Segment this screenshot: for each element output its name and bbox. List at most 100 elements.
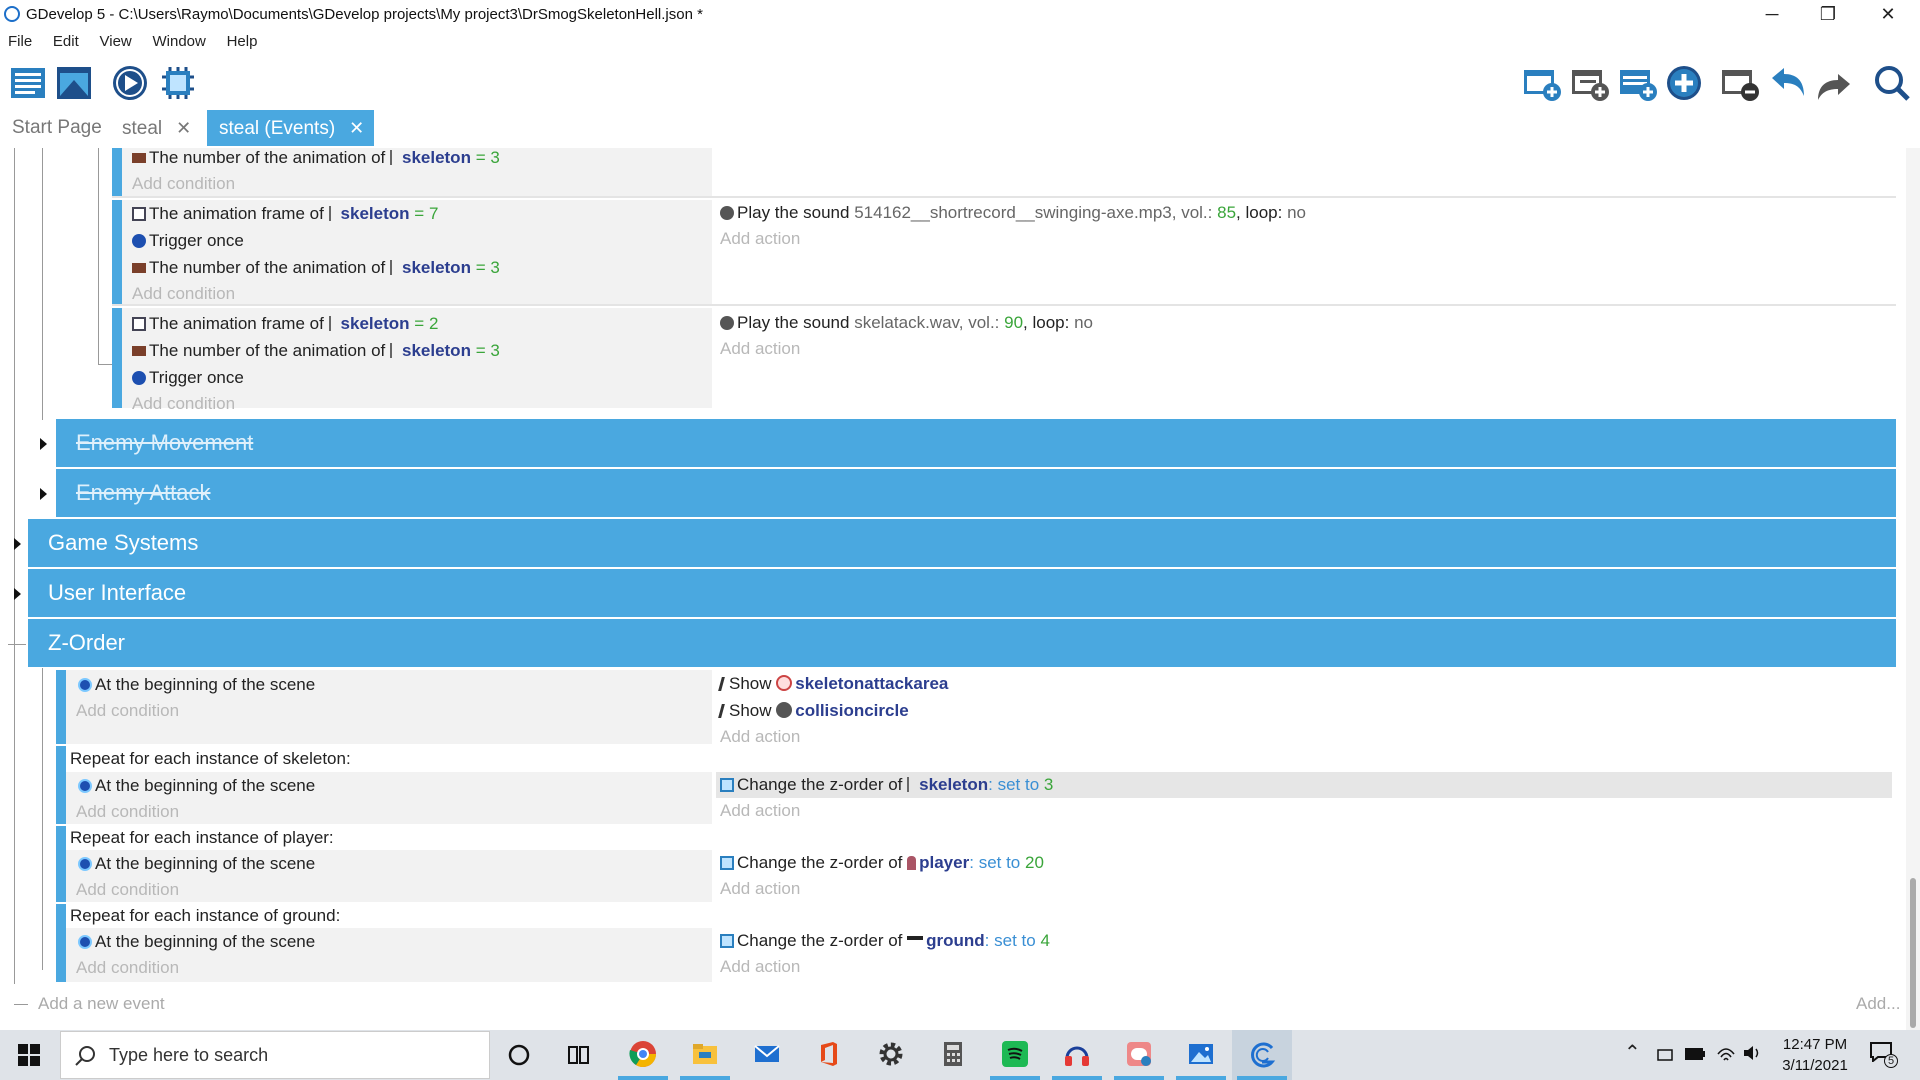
add-action-link[interactable]: Add action [720,879,800,899]
add-condition-link[interactable]: Add condition [76,701,179,721]
add-event-icon[interactable] [1522,64,1562,102]
add-condition-link[interactable]: Add condition [76,880,179,900]
event-bar[interactable] [112,308,122,408]
actions-area[interactable] [712,148,1896,196]
event-bar[interactable] [112,148,122,196]
undo-icon[interactable] [1768,64,1808,102]
notification-center-button[interactable]: 5 [1868,1040,1899,1070]
redo-icon[interactable] [1814,64,1854,102]
add-action-link[interactable]: Add action [720,801,800,821]
condition-scene-start[interactable]: At the beginning of the scene [78,854,315,874]
battery-icon[interactable] [1684,1047,1706,1061]
condition-scene-start[interactable]: At the beginning of the scene [78,675,315,695]
group-enemy-attack[interactable]: Enemy Attack [56,469,1896,517]
expand-group-icon[interactable] [14,538,21,550]
calculator-icon[interactable] [939,1040,967,1068]
chrome-icon[interactable] [629,1040,657,1068]
settings-gear-icon[interactable] [877,1040,905,1068]
file-explorer-icon[interactable] [691,1040,719,1068]
expand-group-icon[interactable] [40,488,47,500]
windows-start-icon[interactable] [18,1044,40,1066]
add-condition-link[interactable]: Add condition [132,394,235,414]
condition-animation-number[interactable]: The number of the animation of skeleton … [132,258,500,278]
expand-group-icon[interactable] [14,588,21,600]
add-action-link[interactable]: Add action [720,229,800,249]
action-play-sound[interactable]: Play the sound 514162__shortrecord__swin… [720,203,1306,223]
show-hidden-icons-chevron-icon[interactable]: ⌃ [1624,1040,1641,1065]
vertical-scrollbar[interactable] [1906,148,1920,1030]
add-condition-link[interactable]: Add condition [132,174,235,194]
close-window-button[interactable]: ✕ [1860,0,1916,30]
group-game-systems[interactable]: Game Systems [28,519,1896,567]
expand-group-icon[interactable] [40,438,47,450]
office-icon[interactable] [815,1040,843,1068]
tab-start-page[interactable]: Start Page [0,110,114,146]
minimize-button[interactable]: ─ [1744,0,1800,30]
menu-help[interactable]: Help [219,30,266,54]
add-more-events-icon[interactable] [1664,64,1704,102]
action-change-z-order[interactable]: Change the z-order of skeleton: set to 3 [720,775,1053,795]
search-events-icon[interactable] [1872,64,1912,102]
mail-icon[interactable] [753,1040,781,1068]
repeat-header[interactable]: Repeat for each instance of ground: [70,906,340,926]
condition-animation-number[interactable]: The number of the animation of skeleton … [132,148,500,168]
task-view-icon[interactable] [568,1044,592,1066]
event-bar[interactable] [56,746,66,824]
action-show-object[interactable]: Show skeletonattackarea [718,674,948,694]
scrollbar-thumb[interactable] [1910,878,1916,1028]
audio-app-icon[interactable] [1063,1040,1091,1068]
add-subevent-icon[interactable] [1570,64,1610,102]
close-tab-icon[interactable]: ✕ [176,118,191,138]
gdevelop-taskbar-button[interactable] [1232,1030,1292,1080]
system-clock[interactable]: 12:47 PM 3/11/2021 [1760,1034,1870,1076]
condition-trigger-once[interactable]: Trigger once [132,368,244,388]
action-change-z-order[interactable]: Change the z-order of ground: set to 4 [720,931,1050,951]
tab-steal-events[interactable]: steal (Events) ✕ [207,110,375,146]
preview-play-icon[interactable] [110,64,150,102]
condition-animation-number[interactable]: The number of the animation of skeleton … [132,341,500,361]
event-bar[interactable] [112,200,122,304]
photos-icon[interactable] [1187,1040,1215,1068]
meet-now-icon[interactable] [1656,1046,1674,1064]
project-manager-icon[interactable] [8,64,48,102]
repeat-header[interactable]: Repeat for each instance of skeleton: [70,749,351,769]
add-action-link[interactable]: Add action [720,957,800,977]
add-menu-link[interactable]: Add... [1856,994,1900,1014]
spotify-icon[interactable] [1001,1040,1029,1068]
event-bar[interactable] [56,670,66,744]
cortana-icon[interactable] [508,1044,530,1066]
collapse-group-icon[interactable] [8,644,26,645]
condition-scene-start[interactable]: At the beginning of the scene [78,932,315,952]
delete-event-icon[interactable] [1720,64,1760,102]
condition-trigger-once[interactable]: Trigger once [132,231,244,251]
repeat-header[interactable]: Repeat for each instance of player: [70,828,334,848]
add-condition-link[interactable]: Add condition [76,958,179,978]
volume-icon[interactable] [1742,1044,1762,1062]
event-bar[interactable] [56,904,66,982]
group-z-order[interactable]: Z-Order [28,619,1896,667]
add-condition-link[interactable]: Add condition [132,284,235,304]
add-comment-icon[interactable] [1618,64,1658,102]
add-new-event-link[interactable]: Add a new event [38,994,165,1014]
add-condition-link[interactable]: Add condition [76,802,179,822]
taskbar-search-box[interactable]: Type here to search [60,1031,490,1079]
game-bar-icon[interactable] [1125,1040,1153,1068]
menu-view[interactable]: View [92,30,140,54]
condition-animation-frame[interactable]: The animation frame of skeleton = 2 [132,314,438,334]
action-change-z-order[interactable]: Change the z-order of player: set to 20 [720,853,1044,873]
action-play-sound[interactable]: Play the sound skelatack.wav, vol.: 90, … [720,313,1093,333]
menu-file[interactable]: File [0,30,40,54]
group-user-interface[interactable]: User Interface [28,569,1896,617]
action-show-object[interactable]: Show collisioncircle [718,701,909,721]
restore-button[interactable]: ❐ [1800,0,1856,30]
menu-window[interactable]: Window [144,30,213,54]
menu-edit[interactable]: Edit [45,30,87,54]
wifi-icon[interactable] [1716,1044,1736,1062]
condition-scene-start[interactable]: At the beginning of the scene [78,776,315,796]
tab-steal-scene[interactable]: steal ✕ [110,110,203,146]
condition-animation-frame[interactable]: The animation frame of skeleton = 7 [132,204,438,224]
scene-editor-icon[interactable] [54,64,94,102]
add-action-link[interactable]: Add action [720,339,800,359]
debugger-icon[interactable] [158,64,198,102]
close-tab-icon[interactable]: ✕ [349,118,364,138]
